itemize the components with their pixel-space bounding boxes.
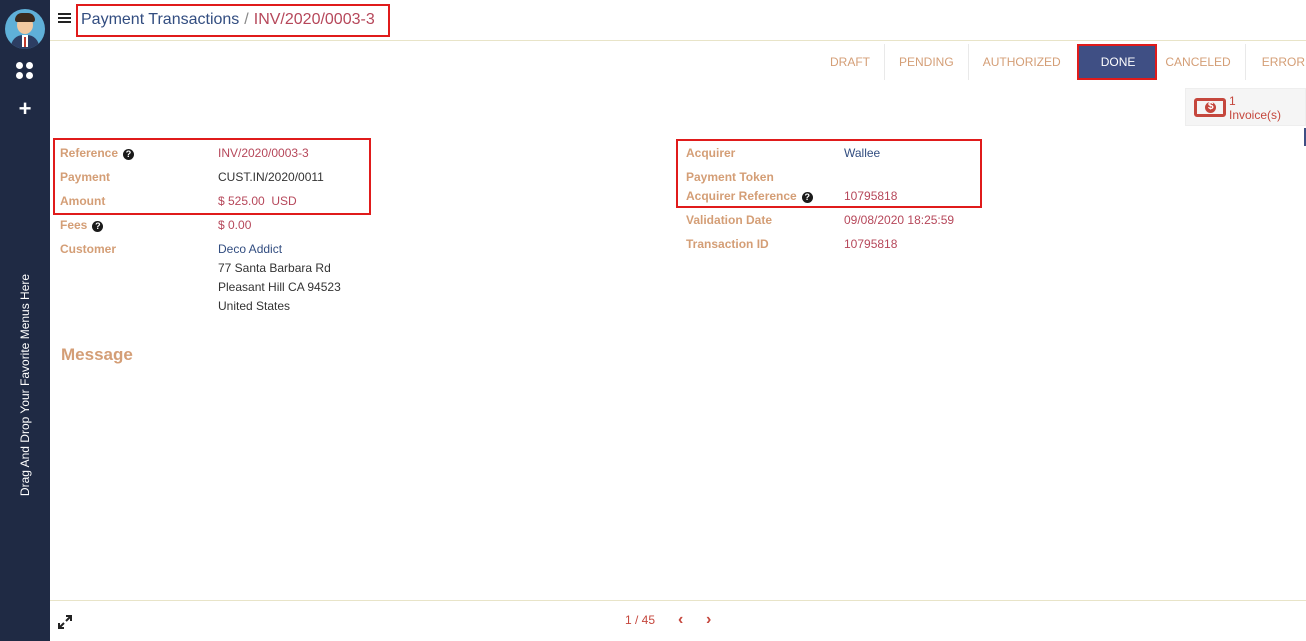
acquirer-reference-value: 10795818 [844,189,898,203]
plus-icon[interactable]: + [16,98,34,120]
favorites-drop-hint: Drag And Drop Your Favorite Menus Here [18,273,32,497]
breadcrumb-parent-link[interactable]: Payment Transactions [81,11,239,28]
hamburger-menu-icon[interactable] [58,13,71,24]
payment-token-label: Payment Token [686,170,774,184]
stage-pending[interactable]: PENDING [885,44,969,80]
control-panel: Payment Transactions / INV/2020/0003-3 [50,0,1306,41]
money-icon: $ [1194,98,1226,117]
acquirer-reference-label: Acquirer Reference? [686,189,813,203]
validation-date-label: Validation Date [686,213,773,227]
payment-label: Payment [60,170,111,184]
acquirer-label: Acquirer [686,146,736,160]
help-icon[interactable]: ? [123,149,135,160]
reference-value: INV/2020/0003-3 [218,146,309,160]
stage-draft[interactable]: DRAFT [816,44,885,80]
invoice-label: Invoice(s) [1229,108,1282,122]
avatar[interactable] [5,9,45,49]
help-icon[interactable]: ? [801,192,813,203]
breadcrumb: Payment Transactions / INV/2020/0003-3 [76,4,390,37]
customer-address-line2: Pleasant Hill CA 94523 [218,280,341,294]
sidebar: + Drag And Drop Your Favorite Menus Here [0,0,50,641]
invoice-count: 1 [1229,94,1236,108]
expand-icon[interactable] [57,614,73,630]
footer: 1 / 45 ‹ › [50,600,1306,641]
customer-label: Customer [60,242,117,256]
payment-value[interactable]: CUST.IN/2020/0011 [218,170,324,184]
stage-authorized[interactable]: AUTHORIZED [969,44,1075,80]
fees-value: $ 0.00 [218,218,252,232]
transaction-id-value: 10795818 [844,237,898,251]
pager-value[interactable]: 1 / 45 [625,613,655,627]
customer-country: United States [218,299,291,313]
amount-label: Amount [60,194,106,208]
help-icon[interactable]: ? [92,221,104,232]
pager-previous-button[interactable]: ‹ [678,611,683,629]
breadcrumb-separator: / [244,11,249,28]
validation-date-value: 09/08/2020 18:25:59 [844,213,955,227]
customer-address-line1: 77 Santa Barbara Rd [218,261,331,275]
fees-label: Fees? [60,218,104,232]
status-bar: DRAFT PENDING AUTHORIZED DONE CANCELED E… [816,44,1306,80]
apps-icon[interactable] [16,62,34,80]
stage-canceled[interactable]: CANCELED [1161,44,1246,80]
reference-label: Reference? [60,146,135,160]
customer-name-link[interactable]: Deco Addict [218,242,282,256]
invoices-smart-button[interactable]: $ 1 Invoice(s) [1185,88,1306,126]
pager-next-button[interactable]: › [706,611,711,629]
message-section-title: Message [61,345,133,364]
stage-done[interactable]: DONE [1076,44,1158,80]
transaction-id-label: Transaction ID [686,237,769,251]
amount-value: $ 525.00 USD [218,194,297,208]
stage-error[interactable]: ERROR [1246,44,1306,80]
acquirer-value[interactable]: Wallee [844,146,880,160]
breadcrumb-current: INV/2020/0003-3 [253,11,375,28]
